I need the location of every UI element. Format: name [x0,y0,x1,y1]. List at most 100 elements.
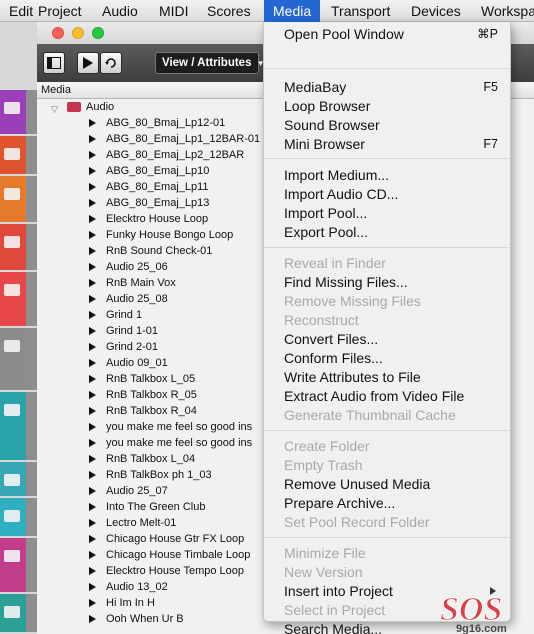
play-preview-icon[interactable] [89,487,96,495]
play-preview-icon[interactable] [89,407,96,415]
menu-item-label: Remove Unused Media [284,476,431,492]
play-preview-icon[interactable] [89,135,96,143]
inspector-toggle-button[interactable] [43,52,65,74]
play-preview-icon[interactable] [89,615,96,623]
pool-item-name: ABG_80_Bmaj_Lp12-01 [106,117,226,129]
menu-bar: Edit Project Audio MIDI Scores Media Transport… [0,0,534,22]
track-color-block[interactable] [0,136,26,174]
pool-item-name: ABG_80_Emaj_Lp11 [106,181,209,193]
play-preview-icon[interactable] [89,215,96,223]
menu-item-label: Find Missing Files... [284,274,408,290]
menubar-item-scores[interactable]: Scores [198,0,260,22]
view-attributes-dropdown[interactable]: View / Attributes ▼ [155,52,265,74]
play-preview-icon[interactable] [89,599,96,607]
menu-item-import-audio-cd[interactable]: Import Audio CD... [264,185,510,204]
menu-item-label: Empty Trash [284,457,363,473]
play-preview-icon[interactable] [89,263,96,271]
menu-item-sound-browser[interactable]: Sound Browser [264,116,510,135]
menu-item-import-medium[interactable]: Import Medium... [264,166,510,185]
play-preview-icon[interactable] [89,567,96,575]
menu-item-label: Loop Browser [284,98,371,114]
play-preview-icon[interactable] [89,327,96,335]
play-preview-icon[interactable] [89,391,96,399]
play-preview-icon[interactable] [89,231,96,239]
play-button[interactable] [77,52,99,74]
menu-item-import-pool[interactable]: Import Pool... [264,204,510,223]
track-color-block[interactable] [0,498,26,536]
track-color-block[interactable] [0,224,26,270]
track-color-block[interactable] [0,462,26,496]
close-window-button[interactable] [52,27,64,39]
zoom-window-button[interactable] [92,27,104,39]
menu-item-write-attributes-to-file[interactable]: Write Attributes to File [264,368,510,387]
play-preview-icon[interactable] [89,471,96,479]
play-preview-icon[interactable] [89,151,96,159]
pool-item-name: Grind 1 [106,309,143,321]
menu-item-find-missing-files[interactable]: Find Missing Files... [264,273,510,292]
pool-item-name: Lectro Melt-01 [106,517,177,529]
play-preview-icon[interactable] [89,551,96,559]
play-preview-icon[interactable] [89,199,96,207]
menubar-item-devices[interactable]: Devices [402,0,470,22]
minimize-window-button[interactable] [72,27,84,39]
track-color-block[interactable] [0,176,26,222]
menu-item-loop-browser[interactable]: Loop Browser [264,97,510,116]
pool-item-name: Audio 25_07 [106,485,168,497]
menu-item-open-pool-window[interactable]: Open Pool Window ⌘P [264,25,510,44]
track-color-block[interactable] [0,328,26,390]
menubar-item-workspa[interactable]: Workspa [472,0,534,22]
menu-item-export-pool[interactable]: Export Pool... [264,223,510,242]
pool-item-name: you make me feel so good ins [106,437,253,449]
loop-button[interactable] [100,52,122,74]
play-preview-icon[interactable] [89,183,96,191]
track-folder-icon [4,148,20,160]
play-preview-icon[interactable] [89,503,96,511]
play-preview-icon[interactable] [89,167,96,175]
track-folder-icon [4,474,20,486]
track-folder-icon [4,102,20,114]
menu-item-extract-audio-from-video-file[interactable]: Extract Audio from Video File [264,387,510,406]
track-folder-icon [4,284,20,296]
play-preview-icon[interactable] [89,343,96,351]
menu-item-convert-files[interactable]: Convert Files... [264,330,510,349]
menu-separator [264,158,510,159]
play-preview-icon[interactable] [89,519,96,527]
play-preview-icon[interactable] [89,455,96,463]
track-color-block[interactable] [0,392,26,460]
track-color-block[interactable] [0,90,26,134]
play-preview-icon[interactable] [89,295,96,303]
track-lane [26,594,37,632]
menubar-item-project[interactable]: Project [29,0,91,22]
menu-item-remove-unused-media[interactable]: Remove Unused Media [264,475,510,494]
play-preview-icon[interactable] [89,583,96,591]
menu-item-label: Extract Audio from Video File [284,388,465,404]
menubar-item-transport[interactable]: Transport [322,0,399,22]
play-preview-icon[interactable] [89,311,96,319]
menubar-item-midi[interactable]: MIDI [150,0,198,22]
menu-item-set-pool-record-folder: Set Pool Record Folder [264,513,510,532]
play-preview-icon[interactable] [89,247,96,255]
menubar-item-media[interactable]: Media [264,0,321,22]
track-color-block[interactable] [0,538,26,592]
menu-item-mediabay[interactable]: MediaBay F5 [264,78,510,97]
sidebar-icon [47,57,61,69]
column-media[interactable]: Media [41,82,71,99]
play-preview-icon[interactable] [89,535,96,543]
play-preview-icon[interactable] [89,359,96,367]
track-lane [26,498,37,536]
pool-item-name: RnB TalkBox ph 1_03 [106,469,212,481]
play-preview-icon[interactable] [89,439,96,447]
menu-item-conform-files[interactable]: Conform Files... [264,349,510,368]
menu-item-label: MediaBay [284,79,347,95]
menu-item-label: Convert Files... [284,331,379,347]
track-color-block[interactable] [0,594,26,632]
menu-item-prepare-archive[interactable]: Prepare Archive... [264,494,510,513]
menubar-item-audio[interactable]: Audio [93,0,147,22]
play-preview-icon[interactable] [89,423,96,431]
play-preview-icon[interactable] [89,119,96,127]
track-color-block[interactable] [0,272,26,326]
menu-item-mini-browser[interactable]: Mini Browser F7 [264,135,510,154]
play-preview-icon[interactable] [89,279,96,287]
pool-item-name: Elecktro House Tempo Loop [106,565,244,577]
play-preview-icon[interactable] [89,375,96,383]
